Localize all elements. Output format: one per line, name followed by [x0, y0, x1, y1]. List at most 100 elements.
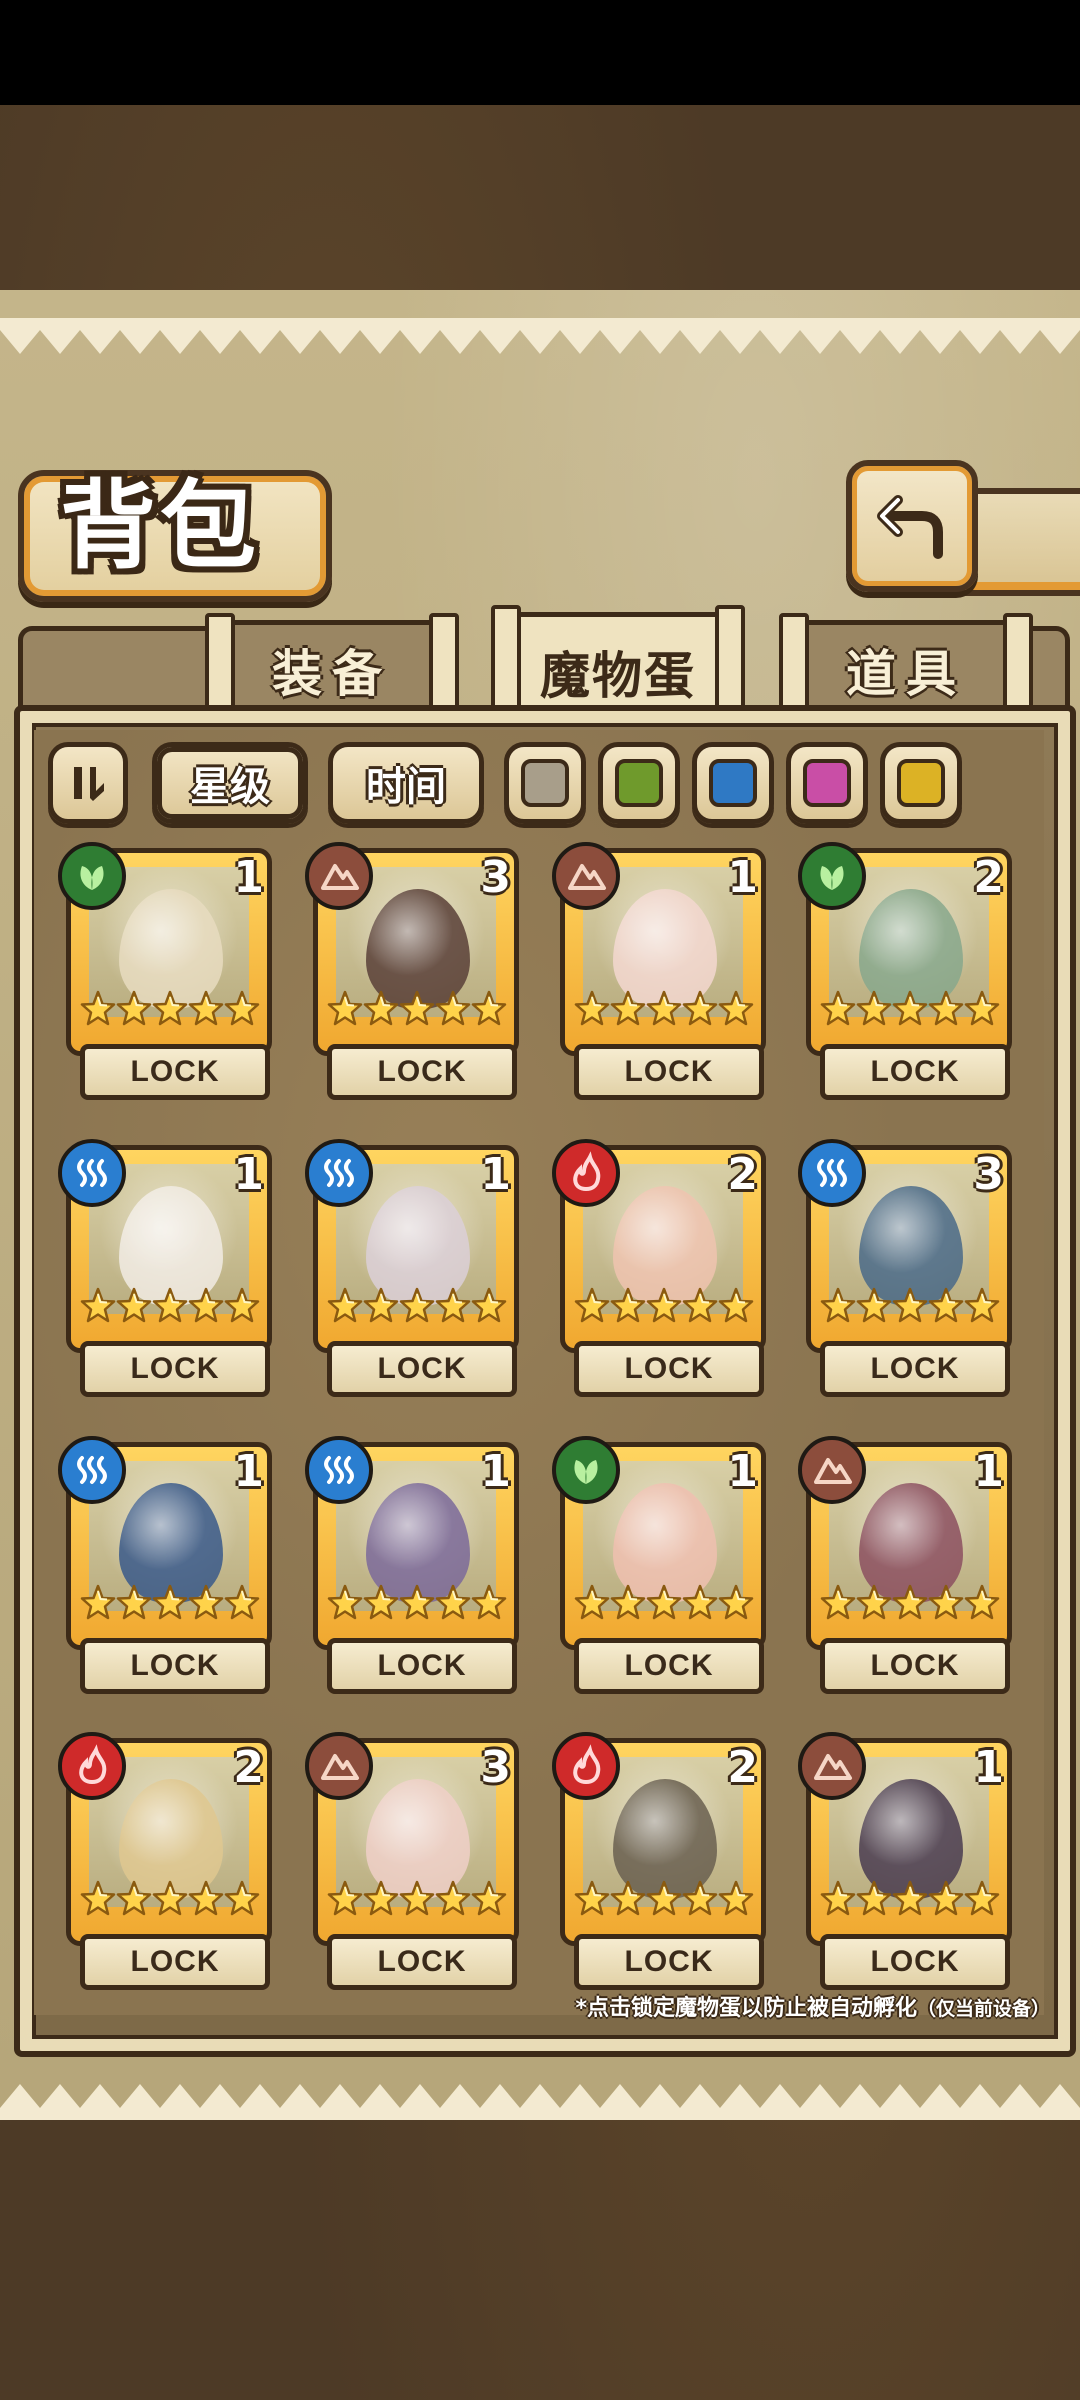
- star-rating: [820, 988, 1000, 1040]
- star-icon: [399, 1880, 435, 1916]
- egg-card[interactable]: 1 LOCK: [552, 1436, 766, 1694]
- lock-button[interactable]: LOCK: [327, 1044, 517, 1100]
- star-icon: [80, 1584, 116, 1620]
- tab-equipment-label: 装备: [272, 644, 392, 703]
- star-icon: [820, 1880, 856, 1916]
- star-rating: [574, 1285, 754, 1337]
- egg-card[interactable]: 2 LOCK: [58, 1732, 272, 1990]
- star-icon: [327, 1584, 363, 1620]
- lock-button[interactable]: LOCK: [80, 1044, 270, 1100]
- egg-count: 2: [233, 1742, 264, 1793]
- lock-button[interactable]: LOCK: [327, 1341, 517, 1397]
- star-icon: [892, 1287, 928, 1323]
- egg-card[interactable]: 3 LOCK: [305, 842, 519, 1100]
- filter-pink-button[interactable]: [786, 742, 868, 824]
- egg-card[interactable]: 1 LOCK: [798, 1436, 1012, 1694]
- lock-button[interactable]: LOCK: [574, 1044, 764, 1100]
- back-button[interactable]: [846, 460, 978, 592]
- star-icon: [718, 1287, 754, 1323]
- egg-card[interactable]: 2 LOCK: [552, 1732, 766, 1990]
- star-icon: [892, 1584, 928, 1620]
- star-icon: [928, 1584, 964, 1620]
- lock-button[interactable]: LOCK: [820, 1934, 1010, 1990]
- sort-order-toggle[interactable]: [48, 742, 128, 824]
- filter-yellow-button[interactable]: [880, 742, 962, 824]
- sort-order-icon: [74, 767, 104, 801]
- egg-count: 1: [973, 1742, 1004, 1793]
- page-title: 背包: [60, 469, 260, 582]
- lock-button[interactable]: LOCK: [820, 1638, 1010, 1694]
- star-rating: [820, 1878, 1000, 1930]
- star-icon: [116, 1287, 152, 1323]
- star-icon: [610, 990, 646, 1026]
- lock-button[interactable]: LOCK: [820, 1341, 1010, 1397]
- sort-by-star-button[interactable]: 星级: [152, 742, 308, 824]
- grass-element-icon: [552, 1436, 620, 1504]
- back-arrow-icon: [877, 495, 943, 559]
- egg-card[interactable]: 3 LOCK: [305, 1732, 519, 1990]
- star-icon: [892, 990, 928, 1026]
- lock-button[interactable]: LOCK: [574, 1638, 764, 1694]
- star-rating: [820, 1285, 1000, 1337]
- star-icon: [152, 1584, 188, 1620]
- lock-button[interactable]: LOCK: [80, 1934, 270, 1990]
- star-icon: [718, 1880, 754, 1916]
- water-element-icon: [58, 1436, 126, 1504]
- tab-equipment[interactable]: 装备: [205, 613, 459, 731]
- star-icon: [610, 1287, 646, 1323]
- rock-element-icon: [305, 1732, 373, 1800]
- egg-card[interactable]: 1 LOCK: [58, 1436, 272, 1694]
- star-icon: [471, 1584, 507, 1620]
- lock-button[interactable]: LOCK: [327, 1638, 517, 1694]
- star-icon: [820, 1584, 856, 1620]
- lock-button[interactable]: LOCK: [80, 1638, 270, 1694]
- tab-items-label: 道具: [846, 644, 966, 703]
- sort-by-time-label: 时间: [366, 763, 446, 810]
- lock-button[interactable]: LOCK: [820, 1044, 1010, 1100]
- filter-gray-button[interactable]: [504, 742, 586, 824]
- egg-count: 3: [480, 1742, 511, 1793]
- egg-card[interactable]: 1 LOCK: [798, 1732, 1012, 1990]
- egg-card[interactable]: 1 LOCK: [58, 842, 272, 1100]
- star-rating: [80, 1582, 260, 1634]
- fire-element-icon: [552, 1139, 620, 1207]
- lock-button[interactable]: LOCK: [327, 1934, 517, 1990]
- star-icon: [327, 1287, 363, 1323]
- sort-by-star-label: 星级: [190, 763, 270, 810]
- tab-strip-left: [18, 626, 218, 717]
- filter-blue-button[interactable]: [692, 742, 774, 824]
- star-icon: [327, 1880, 363, 1916]
- star-icon: [224, 1287, 260, 1323]
- star-icon: [80, 990, 116, 1026]
- zigzag-border-bottom: [0, 2084, 1080, 2120]
- water-element-icon: [305, 1139, 373, 1207]
- star-icon: [682, 990, 718, 1026]
- egg-card[interactable]: 1 LOCK: [552, 842, 766, 1100]
- star-icon: [682, 1287, 718, 1323]
- lock-button[interactable]: LOCK: [574, 1341, 764, 1397]
- tab-items[interactable]: 道具: [779, 613, 1033, 731]
- lock-button[interactable]: LOCK: [80, 1341, 270, 1397]
- lock-hint-text: *点击锁定魔物蛋以防止被自动孵化: [575, 1996, 917, 2021]
- egg-card[interactable]: 2 LOCK: [798, 842, 1012, 1100]
- lock-button[interactable]: LOCK: [574, 1934, 764, 1990]
- egg-card[interactable]: 3 LOCK: [798, 1139, 1012, 1397]
- star-icon: [435, 1584, 471, 1620]
- sort-by-time-button[interactable]: 时间: [328, 742, 484, 824]
- star-icon: [820, 1287, 856, 1323]
- water-element-icon: [798, 1139, 866, 1207]
- egg-count: 1: [233, 1446, 264, 1497]
- egg-card[interactable]: 1 LOCK: [305, 1139, 519, 1397]
- star-icon: [363, 1584, 399, 1620]
- star-rating: [80, 1285, 260, 1337]
- water-element-icon: [58, 1139, 126, 1207]
- egg-card[interactable]: 1 LOCK: [305, 1436, 519, 1694]
- filter-green-button[interactable]: [598, 742, 680, 824]
- egg-card[interactable]: 1 LOCK: [58, 1139, 272, 1397]
- lock-hint-note: （仅当前设备）: [916, 1998, 1050, 2020]
- star-icon: [964, 1287, 1000, 1323]
- star-icon: [188, 1287, 224, 1323]
- filter-yellow-swatch: [897, 759, 945, 807]
- egg-card[interactable]: 2 LOCK: [552, 1139, 766, 1397]
- star-icon: [224, 1880, 260, 1916]
